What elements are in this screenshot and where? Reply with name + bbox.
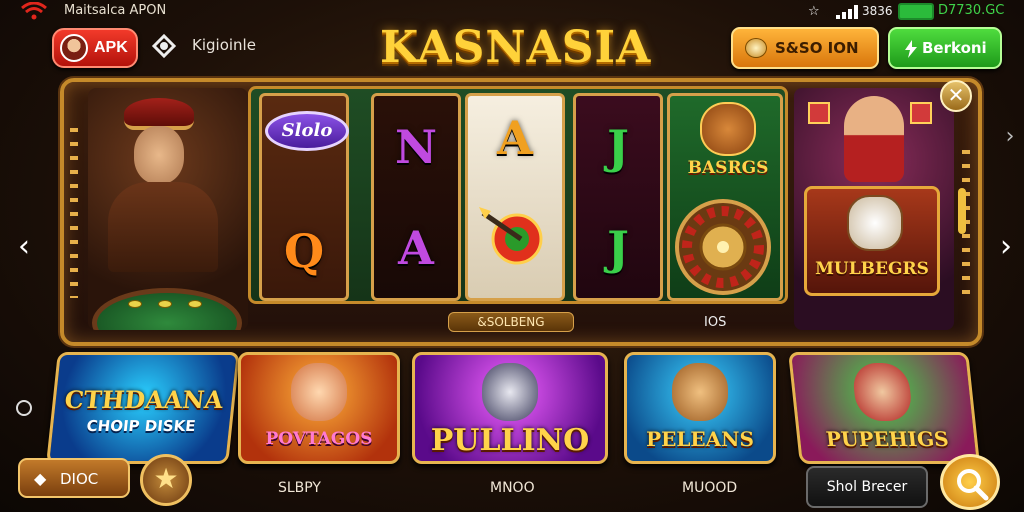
game-card-2[interactable]: POVTAGOS xyxy=(238,352,400,464)
game-card-title: CTHDAANA xyxy=(63,385,225,414)
game-card-1[interactable]: CTHDAANA CHOIP DISKE xyxy=(46,352,240,464)
reel-symbol: J xyxy=(607,220,629,275)
avatar xyxy=(60,34,88,62)
reel-symbol: J xyxy=(607,119,629,174)
roulette-icon xyxy=(675,199,771,295)
star-icon[interactable]: ★ xyxy=(140,454,192,506)
arrow-target-icon xyxy=(479,207,543,265)
promo-card-label: MULBEGRS xyxy=(815,259,929,279)
frame-decoration-left xyxy=(70,128,78,298)
card-label: MUOOD xyxy=(682,480,738,496)
coin-button-label: S&SO ION xyxy=(775,39,859,57)
chip xyxy=(158,300,172,308)
chip xyxy=(128,300,142,308)
game-card-subtitle: CHOIP DISKE xyxy=(85,417,197,435)
status-bar: Maitsalca APON ☆ 3836 D7730.GC xyxy=(0,0,1024,24)
game-card-4[interactable]: PELEANS xyxy=(624,352,776,464)
card-portrait xyxy=(851,363,914,421)
card-label: MNOO xyxy=(490,480,535,496)
bonus-button-label: Berkoni xyxy=(922,39,987,57)
battery-percent: 3836 xyxy=(862,4,893,18)
brand-logo-icon xyxy=(151,33,177,59)
game-card-title: PELEANS xyxy=(646,427,754,451)
game-title: KASNASIA xyxy=(380,22,652,73)
side-indicator-dot[interactable] xyxy=(16,400,32,416)
dealer-body xyxy=(108,182,218,272)
search-icon xyxy=(957,469,989,501)
back-button[interactable]: ◆ DIOC xyxy=(18,458,130,498)
dealer-panel[interactable] xyxy=(88,88,248,330)
gift-icon xyxy=(808,102,830,124)
status-time: D7730.GC xyxy=(938,3,1005,18)
promo-panel[interactable]: MULBEGRS xyxy=(794,88,954,330)
search-button[interactable] xyxy=(940,454,1000,510)
back-button-label: DIOC xyxy=(60,470,99,488)
mascot-icon xyxy=(700,102,756,156)
reel-2: N A xyxy=(371,93,461,301)
brand-label: Kigioinle xyxy=(192,36,256,54)
game-card-5[interactable]: PUPEHIGS xyxy=(788,352,980,464)
bolt-icon xyxy=(905,40,917,58)
chevron-right-icon[interactable]: › xyxy=(994,232,1018,266)
reel-4: J J xyxy=(573,93,663,301)
coin-shop-button[interactable]: S&SO ION xyxy=(731,27,879,69)
dog-icon xyxy=(847,195,903,251)
battery-icon xyxy=(898,3,934,20)
dealer-face xyxy=(134,126,184,184)
game-card-3[interactable]: PULLINO xyxy=(412,352,608,464)
slot-reels[interactable]: Q Slolo N A A J J BASRGS xyxy=(248,86,788,304)
gift-icon xyxy=(910,102,932,124)
apk-button[interactable]: APK xyxy=(52,28,138,68)
status-signal-text: ☆ xyxy=(808,4,820,19)
apk-button-label: APK xyxy=(94,39,128,56)
bonus-button[interactable]: Berkoni xyxy=(888,27,1002,69)
promo-card[interactable]: MULBEGRS xyxy=(804,186,940,296)
wifi-icon xyxy=(21,2,47,20)
reels-sub-label: IOS xyxy=(704,315,727,330)
slot-badge: Slolo xyxy=(265,111,349,151)
signal-bars-icon xyxy=(836,5,858,19)
reel-symbol: N xyxy=(394,119,438,174)
reels-label: &SOLBENG xyxy=(448,312,574,332)
reel5-label: BASRGS xyxy=(687,158,769,178)
pager-indicator xyxy=(958,188,966,234)
diamond-icon: ◆ xyxy=(34,469,47,488)
coin-icon xyxy=(745,38,767,58)
game-card-title: PUPEHIGS xyxy=(824,427,950,451)
close-button[interactable]: ✕ xyxy=(940,80,972,112)
roulette-table xyxy=(92,288,242,330)
chevron-left-icon[interactable]: ‹ xyxy=(12,232,36,266)
reel-symbol: A xyxy=(398,220,434,275)
game-card-title: POVTAGOS xyxy=(265,429,373,449)
card-portrait xyxy=(482,363,538,421)
chip xyxy=(188,300,202,308)
card-portrait xyxy=(291,363,347,421)
chevron-right-small-icon[interactable]: › xyxy=(998,122,1022,156)
card-label: SLBPY xyxy=(278,480,321,496)
status-app-name: Maitsalca APON xyxy=(64,3,167,18)
promo-character xyxy=(844,96,904,182)
brand[interactable]: Kigioinle xyxy=(150,30,280,62)
bet-button[interactable]: Shol Brecer xyxy=(806,466,928,508)
reel-symbol: Q xyxy=(283,224,325,278)
reel-symbol: A xyxy=(497,111,533,165)
card-portrait xyxy=(672,363,728,421)
game-card-title: PULLINO xyxy=(430,423,590,458)
